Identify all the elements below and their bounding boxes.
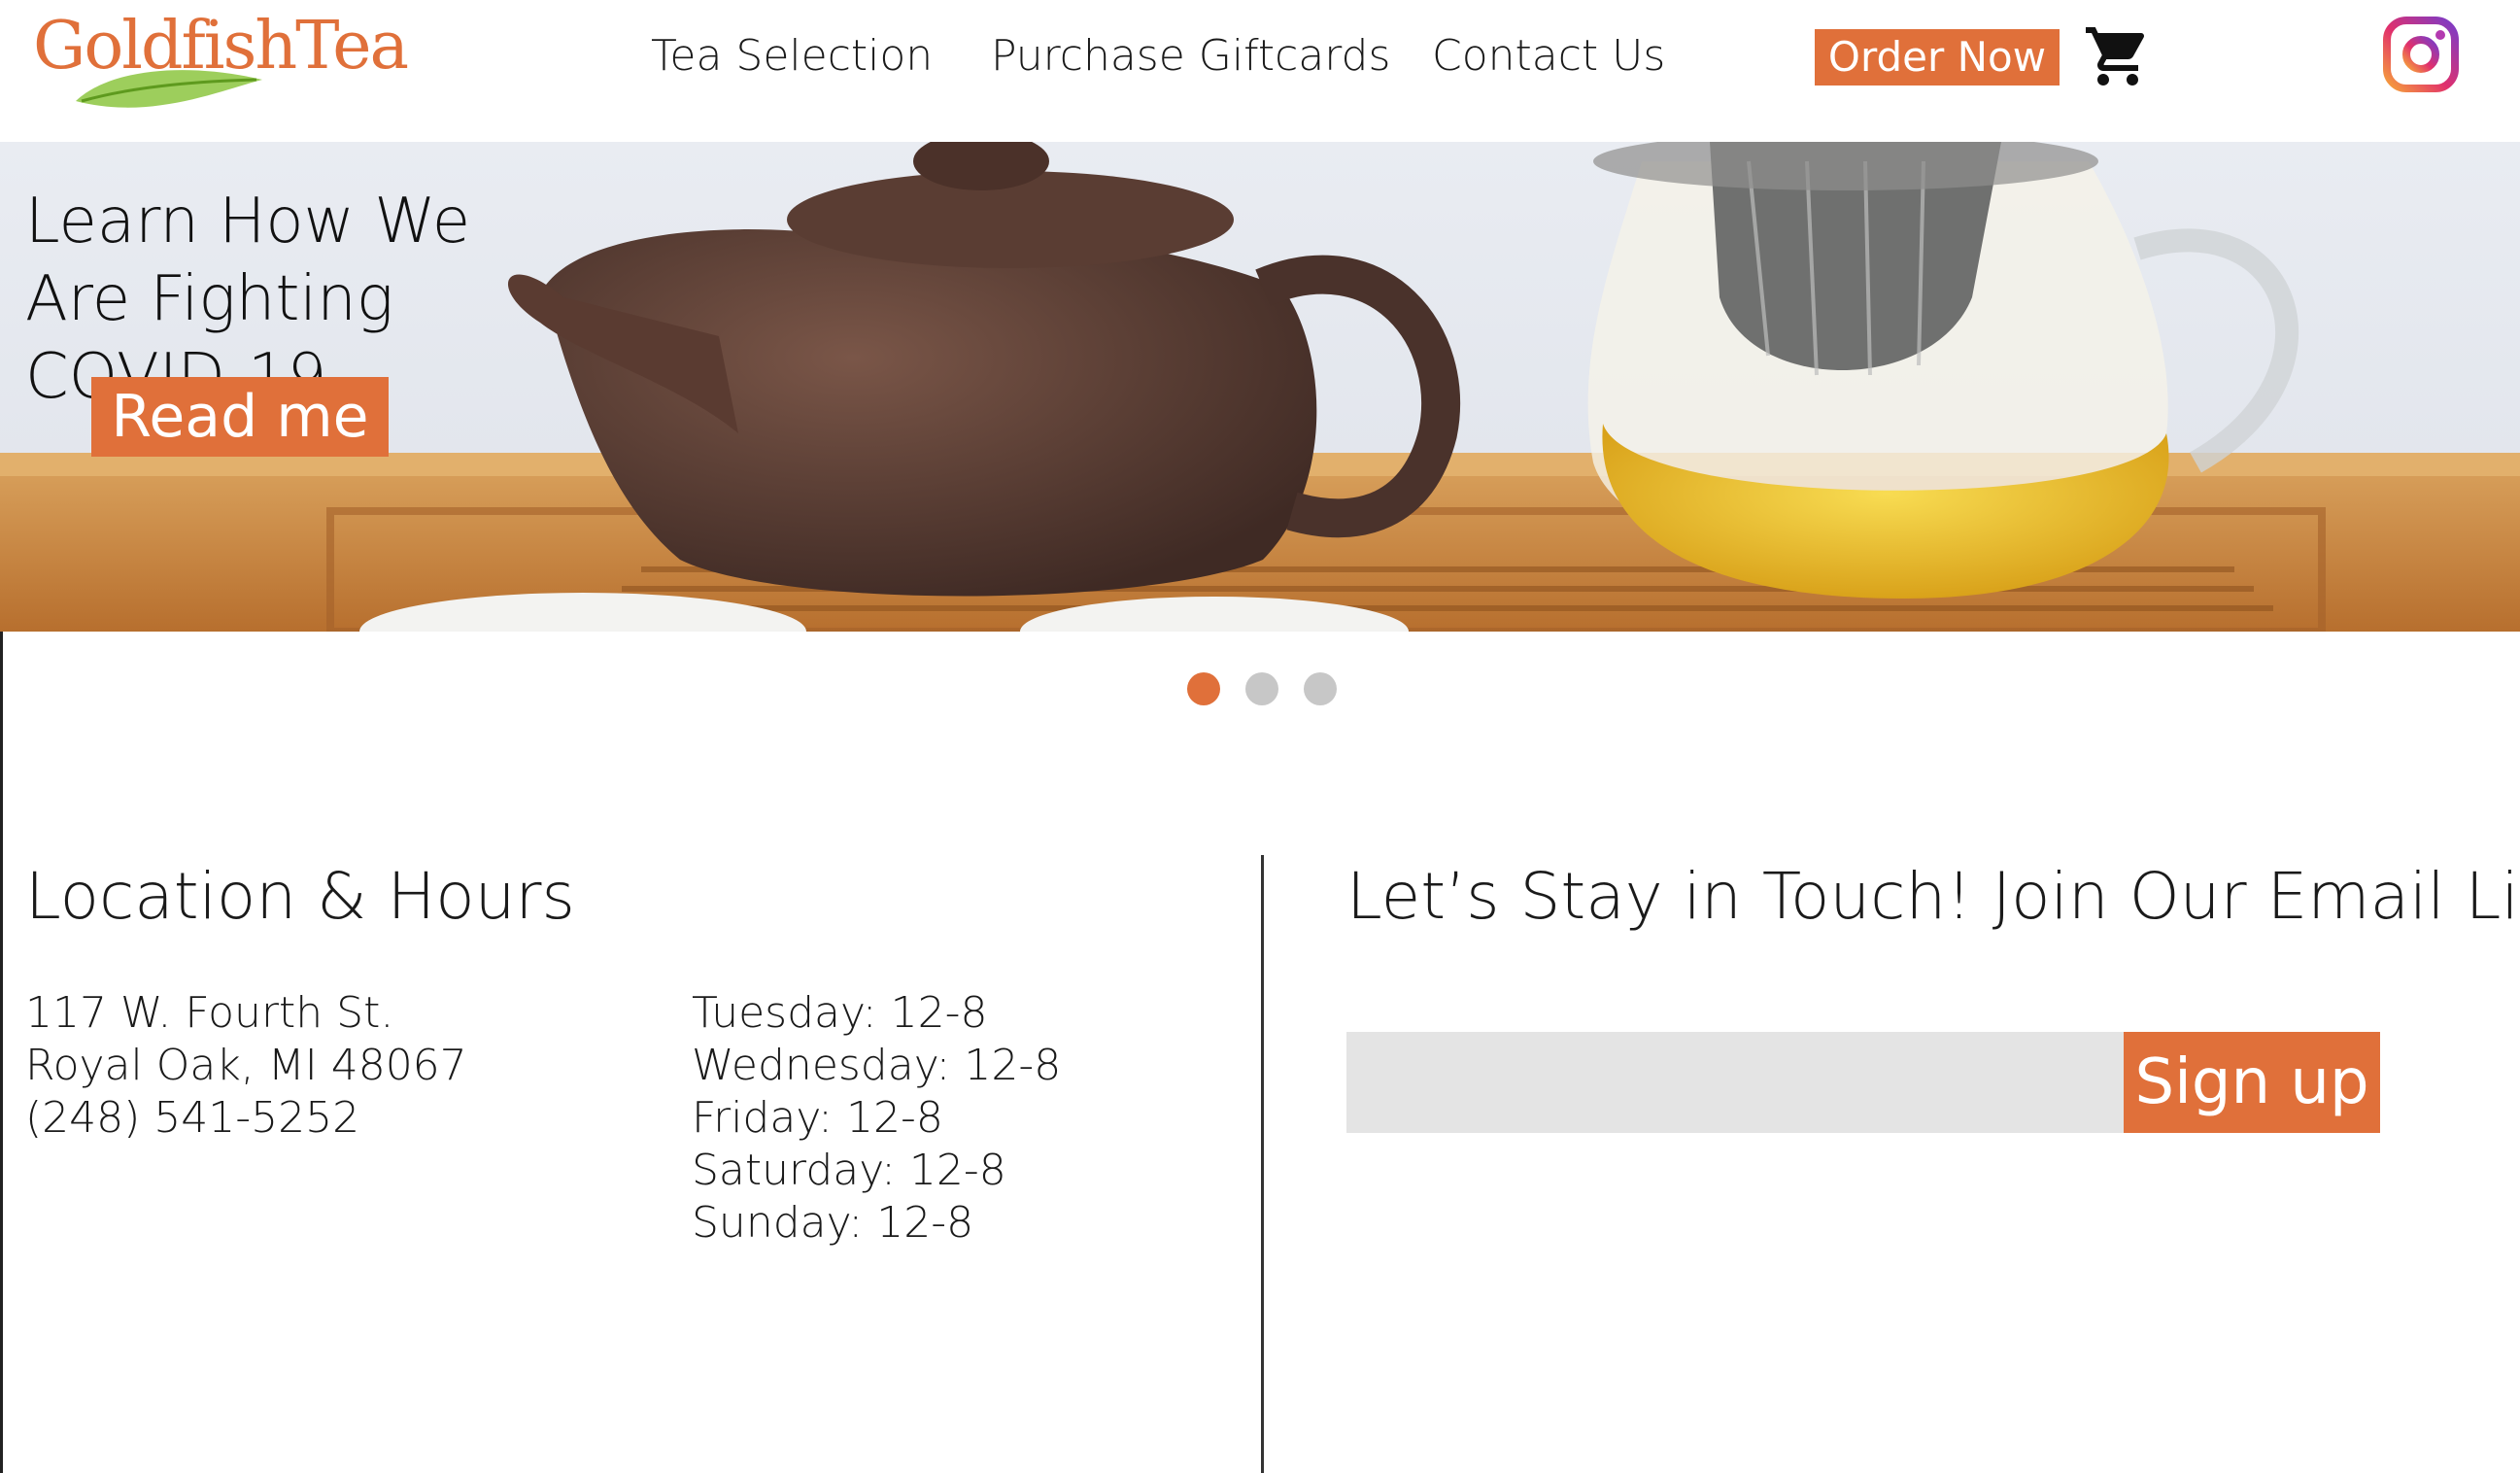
hours-saturday: Saturday: 12-8 — [692, 1146, 1006, 1195]
order-now-button[interactable]: Order Now — [1815, 29, 2060, 86]
address-street: 117 W. Fourth St. — [25, 988, 394, 1038]
hours-friday: Friday: 12-8 — [692, 1093, 943, 1143]
address-city: Royal Oak, MI 48067 — [25, 1041, 467, 1090]
site-header: GoldfishTea Tea Selection Purchase Giftc… — [0, 0, 2520, 142]
hours-block: Tuesday: 12-8 Wednesday: 12-8 Friday: 12… — [692, 987, 1061, 1250]
section-divider — [1261, 855, 1264, 1473]
nav-tea-selection[interactable]: Tea Selection — [651, 27, 933, 86]
instagram-icon[interactable] — [2382, 16, 2460, 93]
email-field[interactable] — [1346, 1032, 2124, 1133]
nav-purchase-giftcards[interactable]: Purchase Giftcards — [991, 27, 1390, 86]
site-logo[interactable]: GoldfishTea — [33, 6, 409, 113]
sign-up-button[interactable]: Sign up — [2124, 1032, 2380, 1133]
carousel-dot-2[interactable] — [1245, 672, 1278, 705]
shopping-cart-icon[interactable] — [2083, 21, 2153, 91]
nav-contact-us[interactable]: Contact Us — [1432, 27, 1665, 86]
address-block: 117 W. Fourth St. Royal Oak, MI 48067 (2… — [25, 987, 467, 1145]
hours-wednesday: Wednesday: 12-8 — [692, 1041, 1062, 1090]
hours-tuesday: Tuesday: 12-8 — [692, 988, 988, 1038]
hero-banner: Learn How We Are Fighting COVID-19 Read … — [0, 142, 2520, 632]
carousel-dot-1[interactable] — [1187, 672, 1220, 705]
read-me-button[interactable]: Read me — [91, 377, 389, 457]
carousel-dot-3[interactable] — [1304, 672, 1337, 705]
email-list-heading: Let’s Stay in Touch! Join Our Email List… — [1346, 859, 2520, 934]
address-phone: (248) 541-5252 — [25, 1093, 360, 1143]
location-hours-heading: Location & Hours — [25, 859, 575, 934]
leaf-icon — [76, 70, 262, 108]
hours-sunday: Sunday: 12-8 — [692, 1198, 974, 1248]
